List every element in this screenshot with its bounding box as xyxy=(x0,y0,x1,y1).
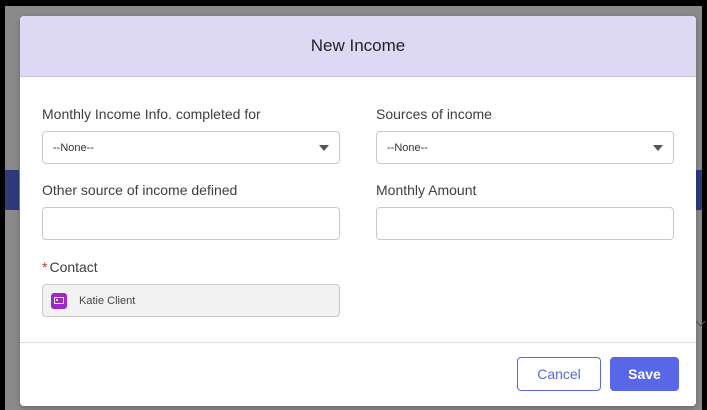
monthly-amount-label: Monthly Amount xyxy=(376,182,477,198)
other-source-field: Other source of income defined xyxy=(42,182,342,240)
background-header-strip xyxy=(5,170,19,210)
contact-value: Katie Client xyxy=(79,294,136,307)
modal-body: Monthly Income Info. completed for --Non… xyxy=(20,77,696,342)
modal-header: New Income xyxy=(20,16,696,77)
monthly-info-value: --None-- xyxy=(53,141,94,154)
new-income-modal: New Income Monthly Income Info. complete… xyxy=(20,16,696,406)
sources-field: Sources of income --None-- xyxy=(376,106,676,164)
contact-lookup[interactable]: Katie Client xyxy=(42,284,340,317)
save-button[interactable]: Save xyxy=(610,357,679,391)
required-marker: * xyxy=(42,259,48,275)
sources-value: --None-- xyxy=(387,141,428,154)
other-source-label: Other source of income defined xyxy=(42,182,238,198)
other-source-input[interactable] xyxy=(42,207,340,240)
contact-label-row: * Contact xyxy=(42,259,342,275)
caret-down-icon xyxy=(319,145,329,151)
modal-footer: Cancel Save xyxy=(20,342,696,406)
caret-down-icon xyxy=(653,145,663,151)
contact-card-icon xyxy=(51,292,67,309)
cancel-button[interactable]: Cancel xyxy=(517,357,601,391)
contact-field: * Contact Katie Client xyxy=(42,259,342,317)
monthly-amount-field: Monthly Amount xyxy=(376,182,676,240)
monthly-info-select[interactable]: --None-- xyxy=(42,131,340,164)
monthly-amount-input[interactable] xyxy=(376,207,674,240)
sources-select[interactable]: --None-- xyxy=(376,131,674,164)
sources-label: Sources of income xyxy=(376,106,492,122)
modal-title: New Income xyxy=(310,36,406,55)
monthly-info-label: Monthly Income Info. completed for xyxy=(42,106,261,122)
contact-label: Contact xyxy=(49,259,98,275)
window-frame-right xyxy=(702,0,707,410)
window-frame-top xyxy=(0,0,707,6)
monthly-info-field: Monthly Income Info. completed for --Non… xyxy=(42,106,342,164)
